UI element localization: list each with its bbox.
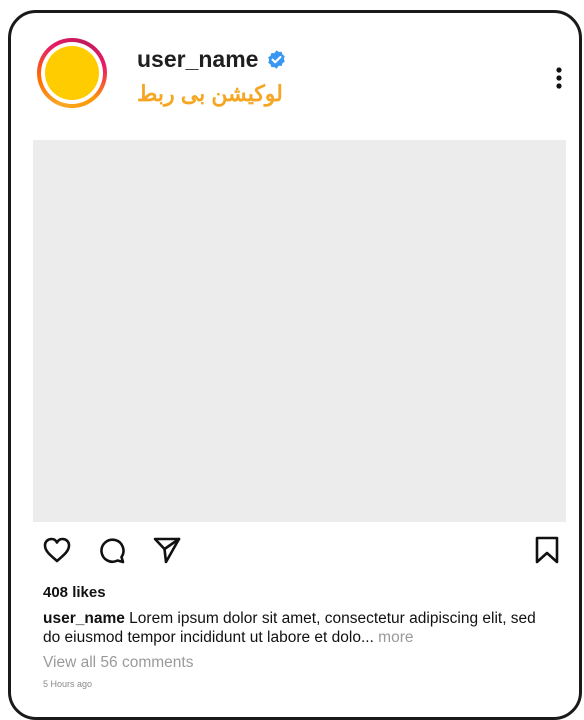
username[interactable]: user_name — [137, 44, 258, 74]
avatar — [45, 46, 99, 100]
caption-username[interactable]: user_name — [43, 610, 125, 627]
story-ring[interactable] — [37, 38, 107, 108]
caption-more-link[interactable]: more — [374, 629, 413, 646]
comment-icon[interactable] — [96, 535, 126, 565]
likes-count[interactable]: 408 likes — [43, 584, 106, 602]
more-options-icon[interactable] — [552, 66, 566, 94]
location-label[interactable]: لوکیشن بی ربط — [137, 80, 283, 108]
view-comments-link[interactable]: View all 56 comments — [43, 653, 193, 672]
post-header: user_name — [137, 44, 287, 74]
avatar-gap — [41, 42, 103, 104]
post-image[interactable] — [33, 140, 566, 522]
share-icon[interactable] — [152, 535, 182, 565]
verified-badge-icon — [268, 49, 286, 69]
caption: user_name Lorem ipsum dolor sit amet, co… — [43, 609, 543, 647]
bookmark-icon[interactable] — [532, 535, 562, 565]
heart-icon[interactable] — [42, 535, 72, 565]
timestamp: 5 Hours ago — [43, 679, 93, 689]
